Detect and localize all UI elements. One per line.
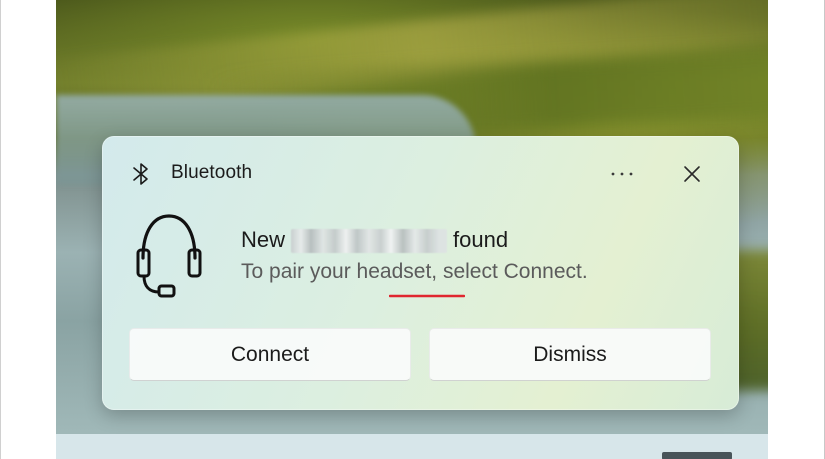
toast-title-prefix: New <box>241 227 286 252</box>
redacted-device-name <box>291 229 448 253</box>
toast-header: Bluetooth <box>102 136 739 212</box>
toast-title-suffix: found <box>453 227 509 252</box>
toast-body-text: To pair your headset, select Connect. <box>241 260 588 283</box>
toast-app-name: Bluetooth <box>171 162 253 183</box>
clipped-text-fragment <box>662 452 732 459</box>
frame-left-edge <box>0 0 1 459</box>
bluetooth-notification-toast[interactable]: Bluetooth New found To pair your headset… <box>102 136 739 410</box>
underlying-window-strip <box>56 434 768 459</box>
toast-title: New found <box>241 227 508 253</box>
screenshot-frame: Bluetooth New found To pair your headset… <box>0 0 825 459</box>
more-options-icon <box>611 172 633 176</box>
close-button[interactable] <box>674 158 710 190</box>
close-icon <box>684 166 700 182</box>
dismiss-button[interactable]: Dismiss <box>429 328 711 381</box>
headset-icon <box>136 214 202 298</box>
spellcheck-underline <box>389 294 465 298</box>
bluetooth-icon <box>133 163 148 185</box>
more-options-button[interactable] <box>604 158 640 190</box>
connect-button[interactable]: Connect <box>129 328 411 381</box>
